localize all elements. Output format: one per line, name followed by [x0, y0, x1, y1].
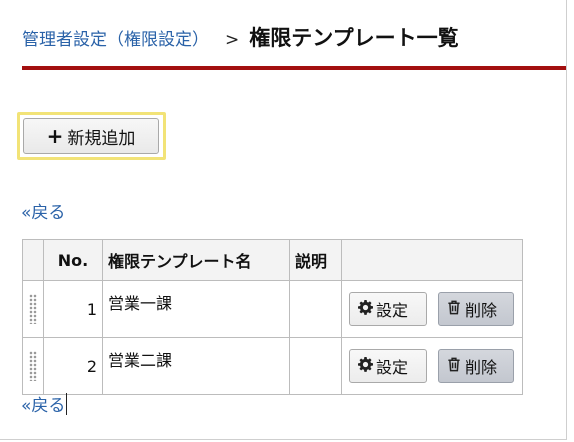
row-name: 営業一課: [102, 280, 290, 338]
back-link-top[interactable]: «戻る: [21, 198, 65, 223]
row-name: 営業二課: [102, 337, 290, 395]
text-caret: [66, 393, 68, 415]
row-no: 2: [43, 337, 103, 395]
table-header-row: No. 権限テンプレート名 説明: [22, 239, 523, 281]
back-link-bottom-label: «戻る: [21, 396, 66, 416]
delete-button[interactable]: 削除: [438, 292, 514, 326]
trash-icon: [446, 300, 462, 319]
row-description: [289, 337, 342, 395]
breadcrumb-separator: >: [225, 30, 240, 50]
settings-label: 設定: [376, 301, 409, 320]
delete-button[interactable]: 削除: [438, 349, 514, 383]
breadcrumb: 管理者設定（権限設定） > 権限テンプレート一覧: [22, 22, 459, 54]
add-new-label: 新規追加: [67, 128, 136, 149]
gear-icon: [357, 299, 373, 319]
table-row: 2 営業二課 設定 削除: [22, 337, 523, 395]
table-row: 1 営業一課 設定 削除: [22, 280, 523, 338]
row-actions: 設定 削除: [341, 337, 523, 395]
gear-icon: [357, 356, 373, 376]
row-drag-handle[interactable]: [22, 337, 44, 395]
row-no: 1: [43, 280, 103, 338]
delete-label: 削除: [465, 301, 498, 320]
row-actions: 設定 削除: [341, 280, 523, 338]
header-handle: [22, 239, 44, 281]
row-drag-handle[interactable]: [22, 280, 44, 338]
settings-button[interactable]: 設定: [349, 349, 427, 383]
header-actions: [341, 239, 523, 281]
settings-button[interactable]: 設定: [349, 292, 427, 326]
plus-icon: +: [46, 124, 64, 148]
drag-handle-icon: [29, 351, 37, 381]
drag-handle-icon: [29, 294, 37, 324]
header-name: 権限テンプレート名: [102, 239, 290, 281]
title-underline: [22, 66, 566, 70]
header-description: 説明: [289, 239, 342, 281]
page-title: 権限テンプレート一覧: [249, 26, 459, 50]
add-new-button[interactable]: + 新規追加: [23, 118, 159, 154]
settings-label: 設定: [376, 358, 409, 377]
add-button-focus-ring: + 新規追加: [17, 112, 166, 160]
delete-label: 削除: [465, 358, 498, 377]
row-description: [289, 280, 342, 338]
header-no: No.: [43, 239, 103, 281]
trash-icon: [446, 357, 462, 376]
template-table: No. 権限テンプレート名 説明 1 営業一課 設定 削除 2 営業二課 設定 …: [22, 239, 523, 395]
breadcrumb-parent-link[interactable]: 管理者設定（権限設定）: [22, 25, 209, 50]
back-link-bottom[interactable]: «戻る: [21, 391, 68, 416]
